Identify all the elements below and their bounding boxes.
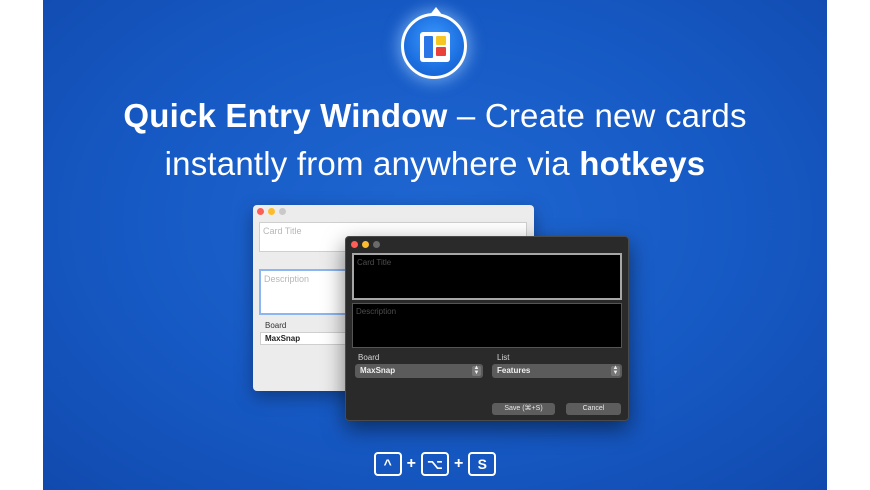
plus-separator: + — [406, 455, 416, 472]
window-controls — [351, 241, 380, 248]
headline-rest: – Create new cards — [447, 97, 747, 134]
app-logo-icon — [401, 7, 467, 79]
plus-separator: + — [454, 455, 464, 472]
list-select-value: Features — [497, 366, 531, 375]
minimize-button[interactable] — [362, 241, 369, 248]
board-select-value: MaxSnap — [360, 366, 396, 375]
control-key-icon: ^ — [373, 452, 402, 476]
close-button[interactable] — [351, 241, 358, 248]
description-placeholder: Description — [356, 307, 397, 316]
option-key-icon: ⌥ — [421, 452, 449, 476]
hotkey-combination: ^ + ⌥ + S — [43, 452, 827, 476]
zoom-button[interactable] — [373, 241, 380, 248]
description-placeholder: Description — [264, 274, 310, 284]
promo-banner: Quick Entry Window – Create new cards in… — [43, 0, 827, 490]
s-key: S — [468, 452, 497, 476]
card-title-placeholder: Card Title — [357, 258, 392, 267]
chevron-updown-icon: ▲ ▼ — [472, 365, 481, 376]
close-button[interactable] — [257, 208, 264, 215]
window-controls — [257, 208, 286, 215]
card-title-placeholder: Card Title — [263, 226, 302, 236]
chevron-updown-icon: ▲ ▼ — [611, 365, 620, 376]
headline-bold-part: Quick Entry Window — [123, 97, 448, 134]
minimize-button[interactable] — [268, 208, 275, 215]
card-title-field[interactable]: Card Title — [352, 253, 622, 300]
description-field[interactable]: Description — [352, 303, 622, 348]
list-label: List — [497, 353, 510, 362]
zoom-button[interactable] — [279, 208, 286, 215]
headline-hotkeys-word: hotkeys — [579, 145, 706, 182]
board-select[interactable]: MaxSnap ▲ ▼ — [355, 364, 483, 378]
board-label: Board — [358, 353, 380, 362]
headline: Quick Entry Window – Create new cards in… — [43, 92, 827, 188]
list-select[interactable]: Features ▲ ▼ — [492, 364, 622, 378]
headline-line2: instantly from anywhere via — [164, 145, 580, 182]
board-label: Board — [265, 321, 287, 330]
save-button[interactable]: Save (⌘+S) — [492, 403, 555, 415]
cancel-button[interactable]: Cancel — [566, 403, 621, 415]
quick-entry-window-dark: Card Title Description Board List MaxSna… — [345, 236, 629, 421]
